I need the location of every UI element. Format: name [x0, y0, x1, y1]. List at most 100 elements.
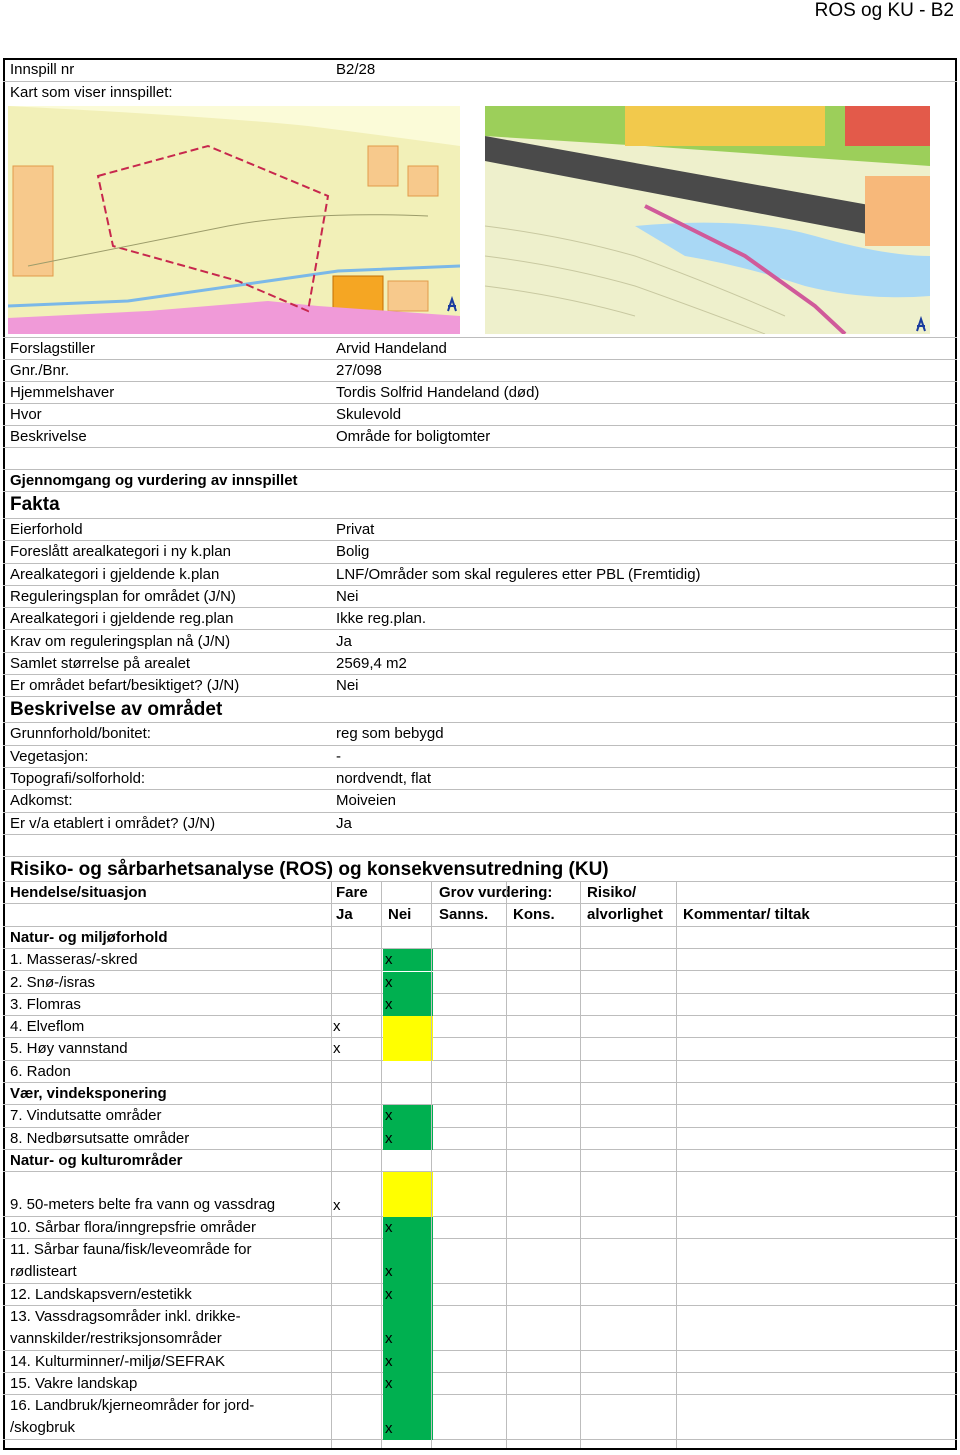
table-row: 3. Flomras [3, 994, 957, 1017]
fakta-value: Ja [336, 632, 352, 650]
beskrivelse-value: reg som bebygd [336, 725, 444, 743]
table-row: 9. 50-meters belte fra vann og vassdrag [3, 1172, 957, 1217]
table-column-line [431, 881, 432, 1448]
blank-row [3, 448, 957, 470]
fare-nei-mark: x [385, 1107, 393, 1125]
map-row: Kart som viser innspillet: [3, 82, 957, 104]
item-label: 9. 50-meters belte fra vann og vassdrag [10, 1196, 276, 1214]
item-label: 5. Høy vannstand [10, 1040, 128, 1058]
table-row: 12. Landskapsvern/estetikk [3, 1284, 957, 1306]
beskrivelse-row: Grunnforhold/bonitet: reg som bebygd [3, 723, 957, 746]
fakta-row: Samlet størrelse på arealet 2569,4 m2 [3, 653, 957, 676]
fare-header: Fare [336, 883, 368, 901]
fakta-label: Er området befart/besiktiget? (J/N) [10, 677, 240, 695]
group-row: Natur- og kulturområder [3, 1150, 957, 1173]
beskrivelse-label: Er v/a etablert i området? (J/N) [10, 814, 216, 832]
fakta-label: Arealkategori i gjeldende reg.plan [10, 610, 234, 628]
table-column-line [676, 881, 677, 1448]
group-title: Natur- og miljøforhold [10, 928, 168, 946]
item-label: 13. Vassdragsområder inkl. drikke- [10, 1308, 241, 1325]
fare-nei-mark: x [385, 951, 393, 969]
fakta-value: 2569,4 m2 [336, 654, 407, 672]
fakta-label: Foreslått arealkategori i ny k.plan [10, 543, 231, 561]
item-label: 14. Kulturminner/-miljø/SEFRAK [10, 1352, 226, 1370]
risk-cell [383, 1172, 433, 1217]
group-row: Natur- og miljøforhold [3, 927, 957, 950]
ros-title: Risiko- og sårbarhetsanalyse (ROS) og ko… [10, 858, 609, 880]
risiko-header: Risiko/ [587, 883, 637, 901]
fakta-value: Nei [336, 677, 359, 695]
fakta-title: Fakta [10, 494, 60, 515]
info-value: 27/098 [336, 362, 382, 379]
fare-ja-mark: x [333, 1040, 341, 1058]
fare-nei-mark: x [385, 1129, 393, 1147]
innspill-value: B2/28 [336, 61, 376, 78]
kommentar-header: Kommentar/ tiltak [683, 905, 810, 923]
fakta-row: Eierforhold Privat [3, 519, 957, 542]
item-label: 4. Elveflom [10, 1018, 85, 1036]
table-column-line [331, 881, 332, 1448]
item-label: 1. Masseras/-skred [10, 951, 138, 969]
beskrivelse-row: Adkomst: Moiveien [3, 790, 957, 813]
beskrivelse-label: Vegetasjon: [10, 747, 89, 765]
item-label: 7. Vindutsatte områder [10, 1107, 162, 1125]
fakta-row: Foreslått arealkategori i ny k.plan Bolig [3, 541, 957, 564]
fakta-row: Arealkategori i gjeldende k.plan LNF/Områ… [3, 564, 957, 586]
table-subheader-row: Ja Nei Sanns. Kons. alvorlighet Kommentar/ ti… [3, 904, 957, 927]
table-header-row: Hendelse/situasjon Fare Grov vurdering: Ris… [3, 882, 957, 904]
nei-header: Nei [388, 905, 412, 923]
table-row: 10. Sårbar flora/inngrepsfrie områder [3, 1217, 957, 1240]
fakta-row: Krav om reguleringsplan nå (J/N) Ja [3, 631, 957, 653]
item-label: /skogbruk [10, 1419, 76, 1437]
page-header: ROS og KU - B2 [814, 0, 954, 21]
fakta-label: Samlet størrelse på arealet [10, 654, 191, 672]
risk-cell [383, 1016, 433, 1039]
info-label: Forslagstiller [10, 340, 96, 357]
info-value: Skulevold [336, 406, 402, 423]
fakta-value: Nei [336, 587, 359, 605]
table-row: 2. Snø-/isras [3, 972, 957, 994]
beskrivelse-row: Er v/a etablert i området? (J/N) Ja [3, 813, 957, 835]
fakta-label: Krav om reguleringsplan nå (J/N) [10, 632, 231, 650]
table-row: 7. Vindutsatte områder [3, 1105, 957, 1128]
beskrivelse-heading-row: Beskrivelse av området [3, 697, 957, 724]
beskrivelse-label: Grunnforhold/bonitet: [10, 725, 151, 743]
info-label: Gnr./Bnr. [10, 362, 70, 379]
info-row: Hvor Skulevold [3, 404, 957, 426]
table-row: 15. Vakre landskap [3, 1373, 957, 1396]
fare-ja-mark: x [333, 1196, 341, 1214]
item-label: 6. Radon [10, 1062, 71, 1080]
table-column-line [506, 881, 507, 1448]
beskrivelse-title: Beskrivelse av området [10, 699, 223, 721]
table-row: 1. Masseras/-skred [3, 949, 957, 972]
overview-map-image [8, 106, 460, 334]
map-label: Kart som viser innspillet: [10, 84, 173, 101]
detail-map-image [485, 106, 930, 334]
fare-nei-mark: x [385, 1218, 393, 1236]
item-label: 11. Sårbar fauna/fisk/leveområde for [10, 1241, 252, 1259]
table-row: 16. Landbruk/kjerneområder for jord- /sko… [3, 1395, 957, 1440]
info-row: Hjemmelshaver Tordis Solfrid Handeland (d… [3, 382, 957, 404]
fakta-label: Arealkategori i gjeldende k.plan [10, 565, 220, 583]
table-row: 11. Sårbar fauna/fisk/leveområde for rødl… [3, 1239, 957, 1284]
innspill-label: Innspill nr [10, 61, 75, 78]
beskrivelse-label: Adkomst: [10, 792, 73, 810]
fakta-heading-row: Fakta [3, 492, 957, 519]
info-label: Beskrivelse [10, 428, 87, 445]
beskrivelse-value: nordvendt, flat [336, 770, 432, 787]
gjennomgang-row: Gjennomgang og vurdering av innspillet [3, 470, 957, 492]
beskrivelse-value: - [336, 747, 341, 765]
beskrivelse-row: Topografi/solforhold: nordvendt, flat [3, 768, 957, 791]
alvorlighet-header: alvorlighet [587, 905, 663, 923]
group-row: Vær, vindeksponering [3, 1083, 957, 1106]
fare-nei-mark: x [385, 1330, 393, 1348]
info-label: Hjemmelshaver [10, 384, 115, 401]
info-row: Forslagstiller Arvid Handeland [3, 338, 957, 360]
item-label: 3. Flomras [10, 995, 81, 1013]
info-row: Beskrivelse Område for boligtomter [3, 426, 957, 448]
fare-nei-mark: x [385, 1352, 393, 1370]
info-label: Hvor [10, 406, 42, 423]
beskrivelse-value: Ja [336, 814, 352, 832]
fakta-value: Ikke reg.plan. [336, 610, 427, 628]
info-value: Arvid Handeland [336, 340, 447, 357]
